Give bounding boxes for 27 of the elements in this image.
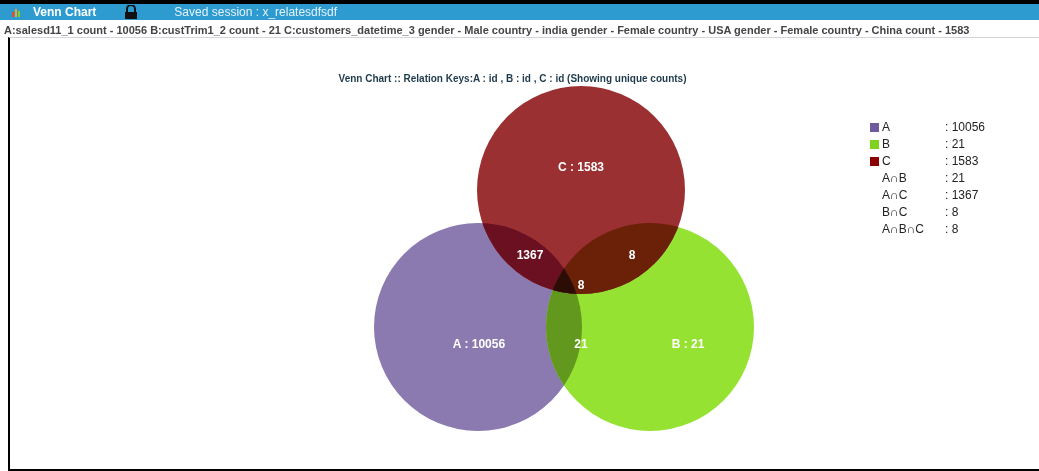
legend-value: : 8 bbox=[945, 204, 959, 221]
legend-label: A∩B∩C bbox=[882, 221, 925, 238]
legend-value: : 10056 bbox=[945, 119, 986, 136]
legend-label: C bbox=[882, 153, 892, 170]
legend-label: B bbox=[882, 136, 891, 153]
lock-icon bbox=[124, 5, 139, 19]
region-count: 8 bbox=[628, 248, 636, 262]
chart-title: Venn Chart :: Relation Keys:A : id , B : id , C : id (Showing unique counts) bbox=[338, 72, 687, 86]
legend-value: : 8 bbox=[945, 221, 959, 238]
legend-value: : 21 bbox=[945, 136, 965, 153]
info-line: A:salesd11_1 count - 10056 B:custTrim1_2 count - 21 C:customers_datetime_3 gender - Male country - india gender - Female country - USA gender - Female country - China count - 1583 bbox=[3, 23, 971, 36]
set-label: C : 1583 bbox=[558, 160, 604, 174]
set-label: B : 21 bbox=[671, 337, 705, 351]
legend-value: : 21 bbox=[945, 170, 965, 187]
legend-label: A∩C bbox=[882, 187, 909, 204]
legend-label: A∩B bbox=[882, 170, 908, 187]
bar-chart-icon bbox=[12, 7, 21, 17]
legend-label: A bbox=[882, 119, 891, 136]
set-label: A : 10056 bbox=[452, 337, 506, 351]
region-count: 21 bbox=[574, 337, 588, 351]
region-count: 1367 bbox=[516, 248, 544, 262]
legend-label: B∩C bbox=[882, 204, 909, 221]
window-title: Venn Chart bbox=[33, 6, 97, 18]
legend-value: : 1367 bbox=[945, 187, 979, 204]
legend-value: : 1583 bbox=[945, 153, 979, 170]
session-name: Saved session : x_relatesdfsdf bbox=[174, 6, 338, 18]
region-count: 8 bbox=[577, 278, 585, 292]
